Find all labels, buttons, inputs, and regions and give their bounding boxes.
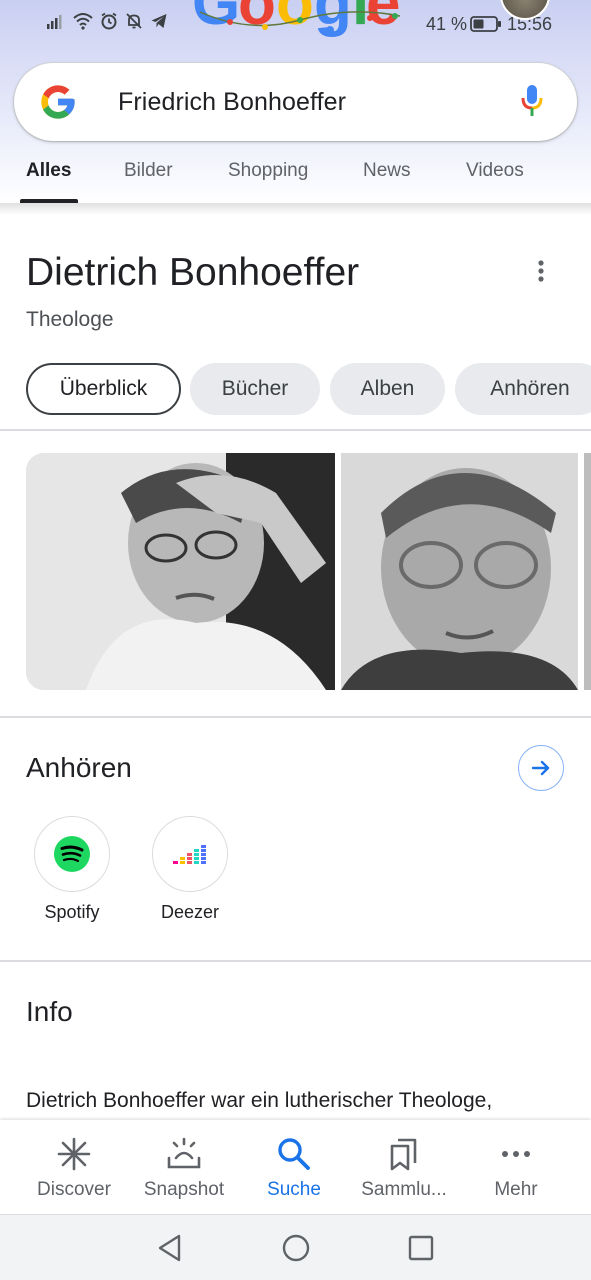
nav-sammlungen[interactable]: Sammlu...: [345, 1120, 463, 1214]
status-bar: G o o g l e 41 % 15:56: [0, 0, 591, 48]
provider-label: Spotify: [44, 902, 100, 922]
provider-label: Deezer: [160, 902, 220, 922]
svg-text:o: o: [276, 0, 314, 38]
wifi-icon: [73, 12, 93, 30]
search-icon: [276, 1136, 312, 1172]
search-input[interactable]: Friedrich Bonhoeffer: [118, 88, 346, 117]
spotify-icon[interactable]: [34, 816, 110, 892]
chip-anhoeren[interactable]: Anhören: [455, 363, 591, 415]
divider: [0, 429, 591, 431]
divider: [0, 960, 591, 962]
arrow-right-icon[interactable]: [518, 745, 564, 791]
search-header: G o o g l e 41 % 15:56 Friedrich Bonhoef…: [0, 0, 591, 205]
bottom-navigation: Discover Snapshot Suche Sammlu... Mehr: [0, 1120, 591, 1214]
google-doodle[interactable]: G o o g l e: [190, 0, 410, 42]
entity-subtitle: Theologe: [26, 308, 114, 331]
nav-label: Mehr: [494, 1179, 538, 1200]
header-shadow: [0, 203, 591, 215]
system-navigation-bar: [0, 1214, 591, 1280]
asterisk-icon: [56, 1136, 92, 1172]
status-icons: [46, 12, 168, 30]
provider-deezer[interactable]: Deezer: [152, 816, 228, 923]
battery-icon: [470, 16, 502, 37]
tab-shopping[interactable]: Shopping: [228, 160, 308, 182]
signal-icon: [46, 12, 66, 30]
section-title-listen: Anhören: [26, 752, 132, 783]
tab-news[interactable]: News: [363, 160, 411, 182]
search-bar[interactable]: Friedrich Bonhoeffer: [14, 63, 577, 141]
entity-photo[interactable]: [341, 453, 578, 690]
nav-label: Snapshot: [143, 1179, 225, 1200]
more-options-icon[interactable]: [528, 258, 554, 288]
battery-percent: 41 %: [426, 14, 468, 34]
nav-mehr[interactable]: Mehr: [457, 1120, 575, 1214]
provider-spotify[interactable]: Spotify: [34, 816, 110, 923]
nav-discover[interactable]: Discover: [15, 1120, 133, 1214]
more-icon: [498, 1136, 534, 1172]
google-g-icon[interactable]: [38, 82, 78, 127]
entity-photo[interactable]: [26, 453, 335, 690]
microphone-icon[interactable]: [519, 83, 545, 124]
tab-alles[interactable]: Alles: [26, 160, 71, 182]
tab-bilder[interactable]: Bilder: [124, 160, 173, 182]
tab-videos[interactable]: Videos: [466, 160, 524, 182]
deezer-icon[interactable]: [152, 816, 228, 892]
telegram-icon: [150, 12, 168, 30]
divider: [0, 716, 591, 718]
home-icon[interactable]: [281, 1233, 311, 1263]
entity-title: Dietrich Bonhoeffer: [26, 251, 360, 294]
nav-label: Sammlu...: [361, 1179, 447, 1200]
snapshot-icon: [166, 1136, 202, 1172]
search-tabs: Alles Bilder Shopping News Videos: [0, 150, 591, 205]
alarm-icon: [100, 12, 118, 30]
nav-label: Discover: [37, 1179, 111, 1200]
mute-icon: [125, 12, 143, 30]
section-title-info: Info: [26, 996, 73, 1027]
chip-alben[interactable]: Alben: [330, 363, 445, 415]
svg-text:o: o: [238, 0, 276, 38]
back-icon[interactable]: [155, 1233, 185, 1263]
nav-label: Suche: [267, 1179, 321, 1200]
collections-icon: [386, 1136, 422, 1172]
svg-text:G: G: [192, 0, 240, 38]
chip-ueberblick[interactable]: Überblick: [26, 363, 181, 415]
nav-suche[interactable]: Suche: [235, 1120, 353, 1214]
nav-snapshot[interactable]: Snapshot: [125, 1120, 243, 1214]
entity-photo[interactable]: [584, 453, 591, 690]
recents-icon[interactable]: [406, 1233, 436, 1263]
info-description: Dietrich Bonhoeffer war ein lutherischer…: [26, 1089, 493, 1112]
chip-buecher[interactable]: Bücher: [190, 363, 320, 415]
